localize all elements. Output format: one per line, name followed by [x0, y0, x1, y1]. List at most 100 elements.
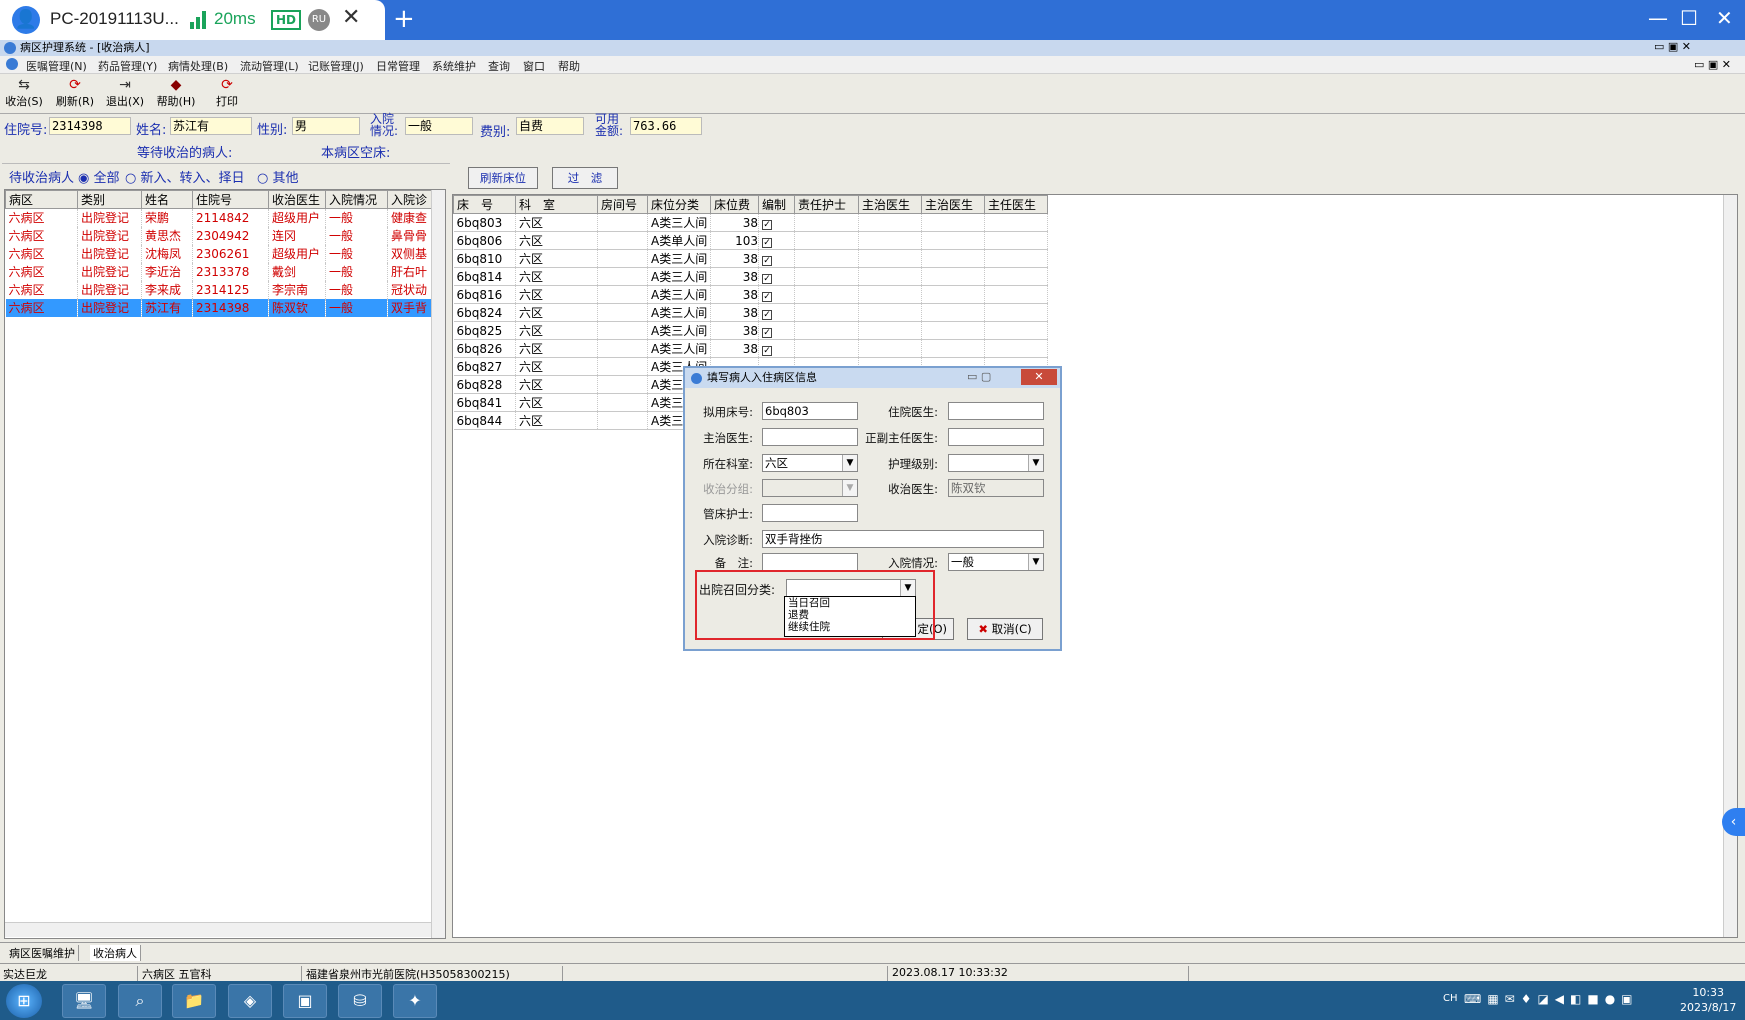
menu-help[interactable]: 帮助	[558, 58, 580, 74]
col-chief[interactable]: 主任医生	[984, 195, 1048, 214]
checkbox-checked-icon[interactable]: ✓	[762, 345, 772, 356]
refresh-beds-button[interactable]: 刷新床位	[468, 167, 538, 189]
left-horizontal-scrollbar[interactable]	[5, 922, 431, 937]
menu-daily[interactable]: 日常管理	[376, 58, 420, 74]
bed-field[interactable]: 6bq803	[762, 402, 858, 420]
col-ward[interactable]: 病区	[5, 190, 78, 209]
nursing-system-icon[interactable]: ✦	[393, 984, 437, 1018]
menu-billing[interactable]: 记账管理(J)	[308, 58, 364, 74]
dept-select[interactable]: 六区 ▼	[762, 454, 858, 472]
table-row[interactable]: 6bq826 六区 A类三人间 38 ✓	[453, 339, 1048, 358]
col-diagnosis[interactable]: 入院诊	[387, 190, 432, 209]
name-field[interactable]: 苏江有	[170, 117, 252, 135]
menu-condition[interactable]: 病情处理(B)	[168, 58, 228, 74]
sql-icon[interactable]: ⌕	[118, 984, 162, 1018]
resident-field[interactable]	[948, 402, 1044, 420]
checkbox-checked-icon[interactable]: ✓	[762, 309, 772, 320]
col-nurse[interactable]: 责任护士	[794, 195, 859, 214]
inpatient-no-field[interactable]: 2314398	[49, 117, 131, 135]
table-row[interactable]: 6bq814 六区 A类三人间 38 ✓	[453, 267, 1048, 286]
child-window-controls[interactable]: ▭ ▣ ✕	[1694, 58, 1731, 71]
filter-other-radio[interactable]: ○ 其他	[257, 167, 299, 186]
tab-admit-patient[interactable]: 收治病人	[90, 945, 141, 961]
language-badge[interactable]: RU	[308, 9, 330, 31]
checkbox-checked-icon[interactable]: ✓	[762, 273, 772, 284]
col-admit-cond[interactable]: 入院情况	[325, 190, 388, 209]
close-tab-icon[interactable]: ✕	[342, 5, 360, 30]
chevron-down-icon[interactable]: ▼	[842, 455, 857, 471]
table-row[interactable]: 六病区 出院登记 黄思杰 2304942 连冈 一般 鼻骨骨	[5, 226, 432, 245]
chevron-down-icon[interactable]: ▼	[1028, 455, 1043, 471]
cancel-button[interactable]: ✖ 取消(C)	[967, 618, 1043, 640]
table-row-selected[interactable]: 六病区 出院登记 苏江有 2314398 陈双钦 一般 双手背	[5, 298, 432, 317]
table-row[interactable]: 6bq810 六区 A类三人间 38 ✓	[453, 249, 1048, 268]
table-row[interactable]: 六病区 出院登记 荣鹏 2114842 超级用户 一般 健康查	[5, 208, 432, 227]
filter-button[interactable]: 过 滤	[552, 167, 618, 189]
table-row[interactable]: 六病区 出院登记 李近治 2313378 戴剑 一般 肝右叶	[5, 262, 432, 281]
remote-session-tab[interactable]: 👤 PC-20191113U... 20ms HD RU ✕	[0, 0, 385, 40]
window-close-icon[interactable]: ✕	[1716, 6, 1733, 30]
cond-select[interactable]: 一般 ▼	[948, 553, 1044, 571]
col-type[interactable]: 类别	[77, 190, 142, 209]
filter-all-radio[interactable]: ◉ 全部	[78, 167, 120, 186]
app-icon[interactable]: ◈	[228, 984, 272, 1018]
menu-window[interactable]: 窗口	[523, 58, 545, 74]
col-room[interactable]: 房间号	[597, 195, 648, 214]
taskbar-app-icon[interactable]: ▣	[283, 984, 327, 1018]
checkbox-checked-icon[interactable]: ✓	[762, 237, 772, 248]
fee-field[interactable]: 自费	[516, 117, 584, 135]
table-row[interactable]: 6bq806 六区 A类单人间 103 ✓	[453, 231, 1048, 250]
menu-order[interactable]: 医嘱管理(N)	[26, 58, 87, 74]
table-row[interactable]: 6bq824 六区 A类三人间 38 ✓	[453, 303, 1048, 322]
start-button-icon[interactable]: ⊞	[6, 984, 42, 1018]
menu-query[interactable]: 查询	[488, 58, 510, 74]
note-field[interactable]	[762, 553, 858, 571]
balance-field[interactable]: 763.66	[630, 117, 702, 135]
refresh-button[interactable]: ⟳ 刷新(R)	[52, 77, 98, 109]
help-button[interactable]: ◆ 帮助(H)	[153, 77, 199, 109]
col-attending-2[interactable]: 主治医生	[921, 195, 985, 214]
col-inpatient-no[interactable]: 住院号	[192, 190, 269, 209]
print-button[interactable]: ⟳ 打印	[204, 77, 250, 109]
tray-icons[interactable]: ⌨▦✉♦◪◀◧■●▣	[1464, 992, 1639, 1006]
col-staffed[interactable]: 编制	[758, 195, 795, 214]
chief-field[interactable]	[948, 428, 1044, 446]
admit-cond-field[interactable]: 一般	[405, 117, 473, 135]
attending-field[interactable]	[762, 428, 858, 446]
database-icon[interactable]: ⛁	[338, 984, 382, 1018]
nurse-field[interactable]	[762, 504, 858, 522]
menu-drug[interactable]: 药品管理(Y)	[98, 58, 157, 74]
admit-button[interactable]: ⇆ 收治(S)	[1, 77, 47, 109]
col-bed-class[interactable]: 床位分类	[647, 195, 711, 214]
folder-icon[interactable]: 📁	[172, 984, 216, 1018]
menu-flow[interactable]: 流动管理(L)	[240, 58, 299, 74]
menu-maintenance[interactable]: 系统维护	[432, 58, 476, 74]
checkbox-checked-icon[interactable]: ✓	[762, 327, 772, 338]
minimize-icon[interactable]: —	[1648, 6, 1668, 30]
input-language[interactable]: CH	[1443, 993, 1458, 1004]
maximize-icon[interactable]: ☐	[1680, 6, 1698, 30]
bed-list[interactable]: 床 号 科 室 房间号 床位分类 床位费 编制 责任护士 主治医生 主治医生 主…	[452, 194, 1738, 938]
dialog-close-icon[interactable]: ✕	[1021, 369, 1057, 385]
chevron-down-icon[interactable]: ▼	[1028, 554, 1043, 570]
col-admit-doctor[interactable]: 收治医生	[268, 190, 326, 209]
col-attending[interactable]: 主治医生	[858, 195, 922, 214]
checkbox-checked-icon[interactable]: ✓	[762, 255, 772, 266]
table-row[interactable]: 6bq816 六区 A类三人间 38 ✓	[453, 285, 1048, 304]
computer-icon[interactable]: 🖥	[62, 984, 106, 1018]
hd-badge[interactable]: HD	[271, 10, 302, 30]
waiting-patients-list[interactable]: 病区 类别 姓名 住院号 收治医生 入院情况 入院诊 六病区 出院登记 荣鹏 2114…	[4, 189, 446, 939]
side-collapse-icon[interactable]: ‹	[1722, 808, 1745, 836]
dialog-minmax-icon[interactable]: ▭ ▢	[967, 370, 991, 383]
checkbox-checked-icon[interactable]: ✓	[762, 219, 772, 230]
col-bed-fee[interactable]: 床位费	[710, 195, 759, 214]
mdi-controls[interactable]: ▭ ▣ ✕	[1654, 40, 1691, 53]
col-bed-no[interactable]: 床 号	[453, 195, 516, 214]
col-name[interactable]: 姓名	[141, 190, 193, 209]
taskbar-clock[interactable]: 10:33 2023/8/17	[1680, 985, 1736, 1015]
exit-button[interactable]: ⇥ 退出(X)	[102, 77, 148, 109]
diagnosis-field[interactable]: 双手背挫伤	[762, 530, 1044, 548]
filter-new-radio[interactable]: ○ 新入、转入、择日	[125, 167, 245, 186]
checkbox-checked-icon[interactable]: ✓	[762, 291, 772, 302]
tab-order-maintenance[interactable]: 病区医嘱维护	[6, 945, 79, 961]
